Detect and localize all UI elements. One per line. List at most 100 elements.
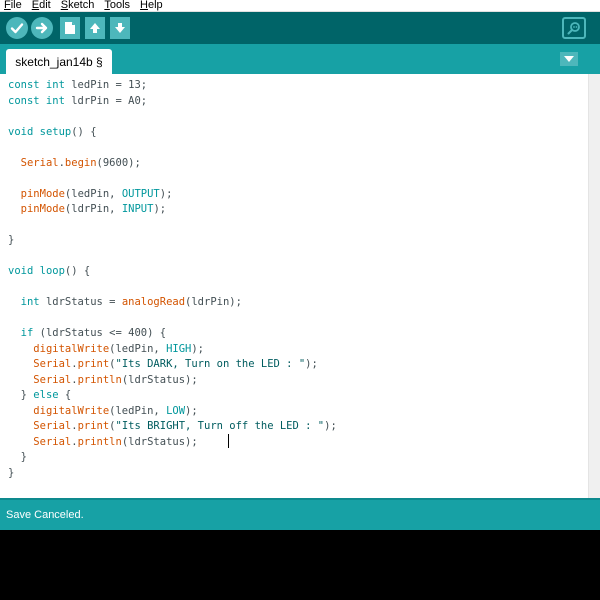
code-line: }: [8, 233, 337, 249]
menu-help[interactable]: Help: [140, 0, 163, 11]
code-token: "Its BRIGHT, Turn off the LED : ": [115, 420, 325, 432]
code-token: if: [20, 327, 34, 339]
code-line: void setup() {: [8, 125, 337, 141]
upload-button[interactable]: [31, 17, 53, 39]
code-token: );: [191, 342, 205, 355]
code-token: pinMode: [20, 203, 65, 215]
code-token: ldrStatus =: [39, 296, 122, 308]
code-token: OUTPUT: [121, 187, 160, 200]
code-line: const int ledPin = 13;: [8, 78, 337, 94]
code-token: }: [8, 466, 15, 479]
code-token: () {: [71, 125, 97, 138]
code-token: }: [8, 234, 15, 246]
tab-sketch[interactable]: sketch_jan14b §: [6, 49, 112, 74]
code-token: (ledPin,: [64, 187, 122, 200]
code-token: () {: [64, 265, 91, 277]
menu-bar: File Edit Sketch Tools Help: [0, 0, 600, 12]
code-line: Serial.print("Its BRIGHT, Turn off the L…: [8, 419, 337, 435]
status-bar: Save Canceled.: [0, 498, 600, 530]
code-line: const int ldrPin = A0;: [8, 94, 337, 110]
code-token: (9600);: [96, 156, 141, 169]
code-lines: const int ledPin = 13; const int ldrPin =…: [8, 78, 337, 481]
code-token: "Its DARK, Turn on the LED : ": [115, 358, 306, 370]
code-token: print: [77, 420, 110, 432]
toolbar: [0, 12, 600, 44]
code-line: } else {: [8, 388, 337, 404]
code-token: (ldrStatus <= 400) {: [33, 327, 167, 339]
code-token: else: [33, 389, 59, 401]
status-message: Save Canceled.: [6, 509, 84, 521]
console-output[interactable]: [0, 530, 600, 600]
code-token: (ldrStatus);: [121, 435, 198, 448]
serial-monitor-button[interactable]: [562, 17, 586, 39]
code-line: digitalWrite(ledPin, LOW);: [8, 404, 337, 420]
code-token: setup: [39, 125, 72, 138]
code-token: );: [324, 420, 337, 432]
code-token: pinMode: [20, 187, 65, 200]
code-line: Serial.print("Its DARK, Turn on the LED …: [8, 357, 337, 373]
code-line: Serial.begin(9600);: [8, 156, 337, 172]
code-editor[interactable]: const int ledPin = 13; const int ldrPin =…: [0, 74, 588, 498]
tab-menu-button[interactable]: [560, 52, 578, 66]
code-token: ldrPin = A0;: [64, 94, 148, 107]
code-token: print: [77, 358, 110, 370]
editor-scrollbar[interactable]: [588, 74, 600, 498]
menu-edit[interactable]: Edit: [32, 0, 51, 11]
code-token: Serial: [33, 435, 72, 448]
tab-label: sketch_jan14b §: [15, 54, 103, 69]
code-token: Serial: [20, 156, 59, 169]
code-line: }: [8, 450, 337, 466]
code-token: INPUT: [121, 203, 154, 215]
code-line: pinMode(ledPin, OUTPUT);: [8, 187, 337, 203]
code-token: {: [58, 389, 72, 401]
verify-button[interactable]: [6, 17, 28, 39]
code-token: );: [159, 187, 173, 200]
open-button[interactable]: [85, 17, 105, 39]
code-token: (ldrPin);: [185, 296, 242, 308]
save-icon: [115, 23, 125, 33]
code-token: begin: [64, 156, 97, 169]
code-token: LOW: [166, 404, 186, 417]
code-token: (ledPin,: [109, 342, 167, 355]
new-button[interactable]: [60, 17, 80, 39]
code-line: int ldrStatus = analogRead(ldrPin);: [8, 295, 337, 311]
code-token: Serial: [33, 358, 72, 370]
code-token: int: [20, 296, 40, 308]
tab-bar: sketch_jan14b §: [0, 44, 600, 74]
code-token: }: [8, 451, 27, 463]
code-token: (ldrStatus);: [121, 373, 198, 386]
code-token: }: [8, 389, 34, 401]
open-icon: [90, 23, 100, 33]
menu-sketch[interactable]: Sketch: [61, 0, 95, 11]
code-token: println: [77, 435, 122, 448]
code-token: loop: [39, 265, 65, 277]
code-token: (ldrPin,: [64, 203, 122, 215]
code-token: println: [77, 373, 122, 386]
code-token: Serial: [33, 420, 72, 432]
menu-file[interactable]: File: [4, 0, 22, 11]
menu-tools[interactable]: Tools: [104, 0, 130, 11]
code-token: digitalWrite: [33, 404, 110, 417]
new-icon: [65, 22, 75, 34]
code-token: );: [185, 404, 198, 417]
code-token: ledPin = 13;: [64, 79, 148, 91]
upload-icon: [35, 22, 48, 34]
save-button[interactable]: [110, 17, 130, 39]
code-line: }: [8, 466, 337, 482]
serial-monitor-icon: [567, 22, 580, 35]
code-line: if (ldrStatus <= 400) {: [8, 326, 337, 342]
